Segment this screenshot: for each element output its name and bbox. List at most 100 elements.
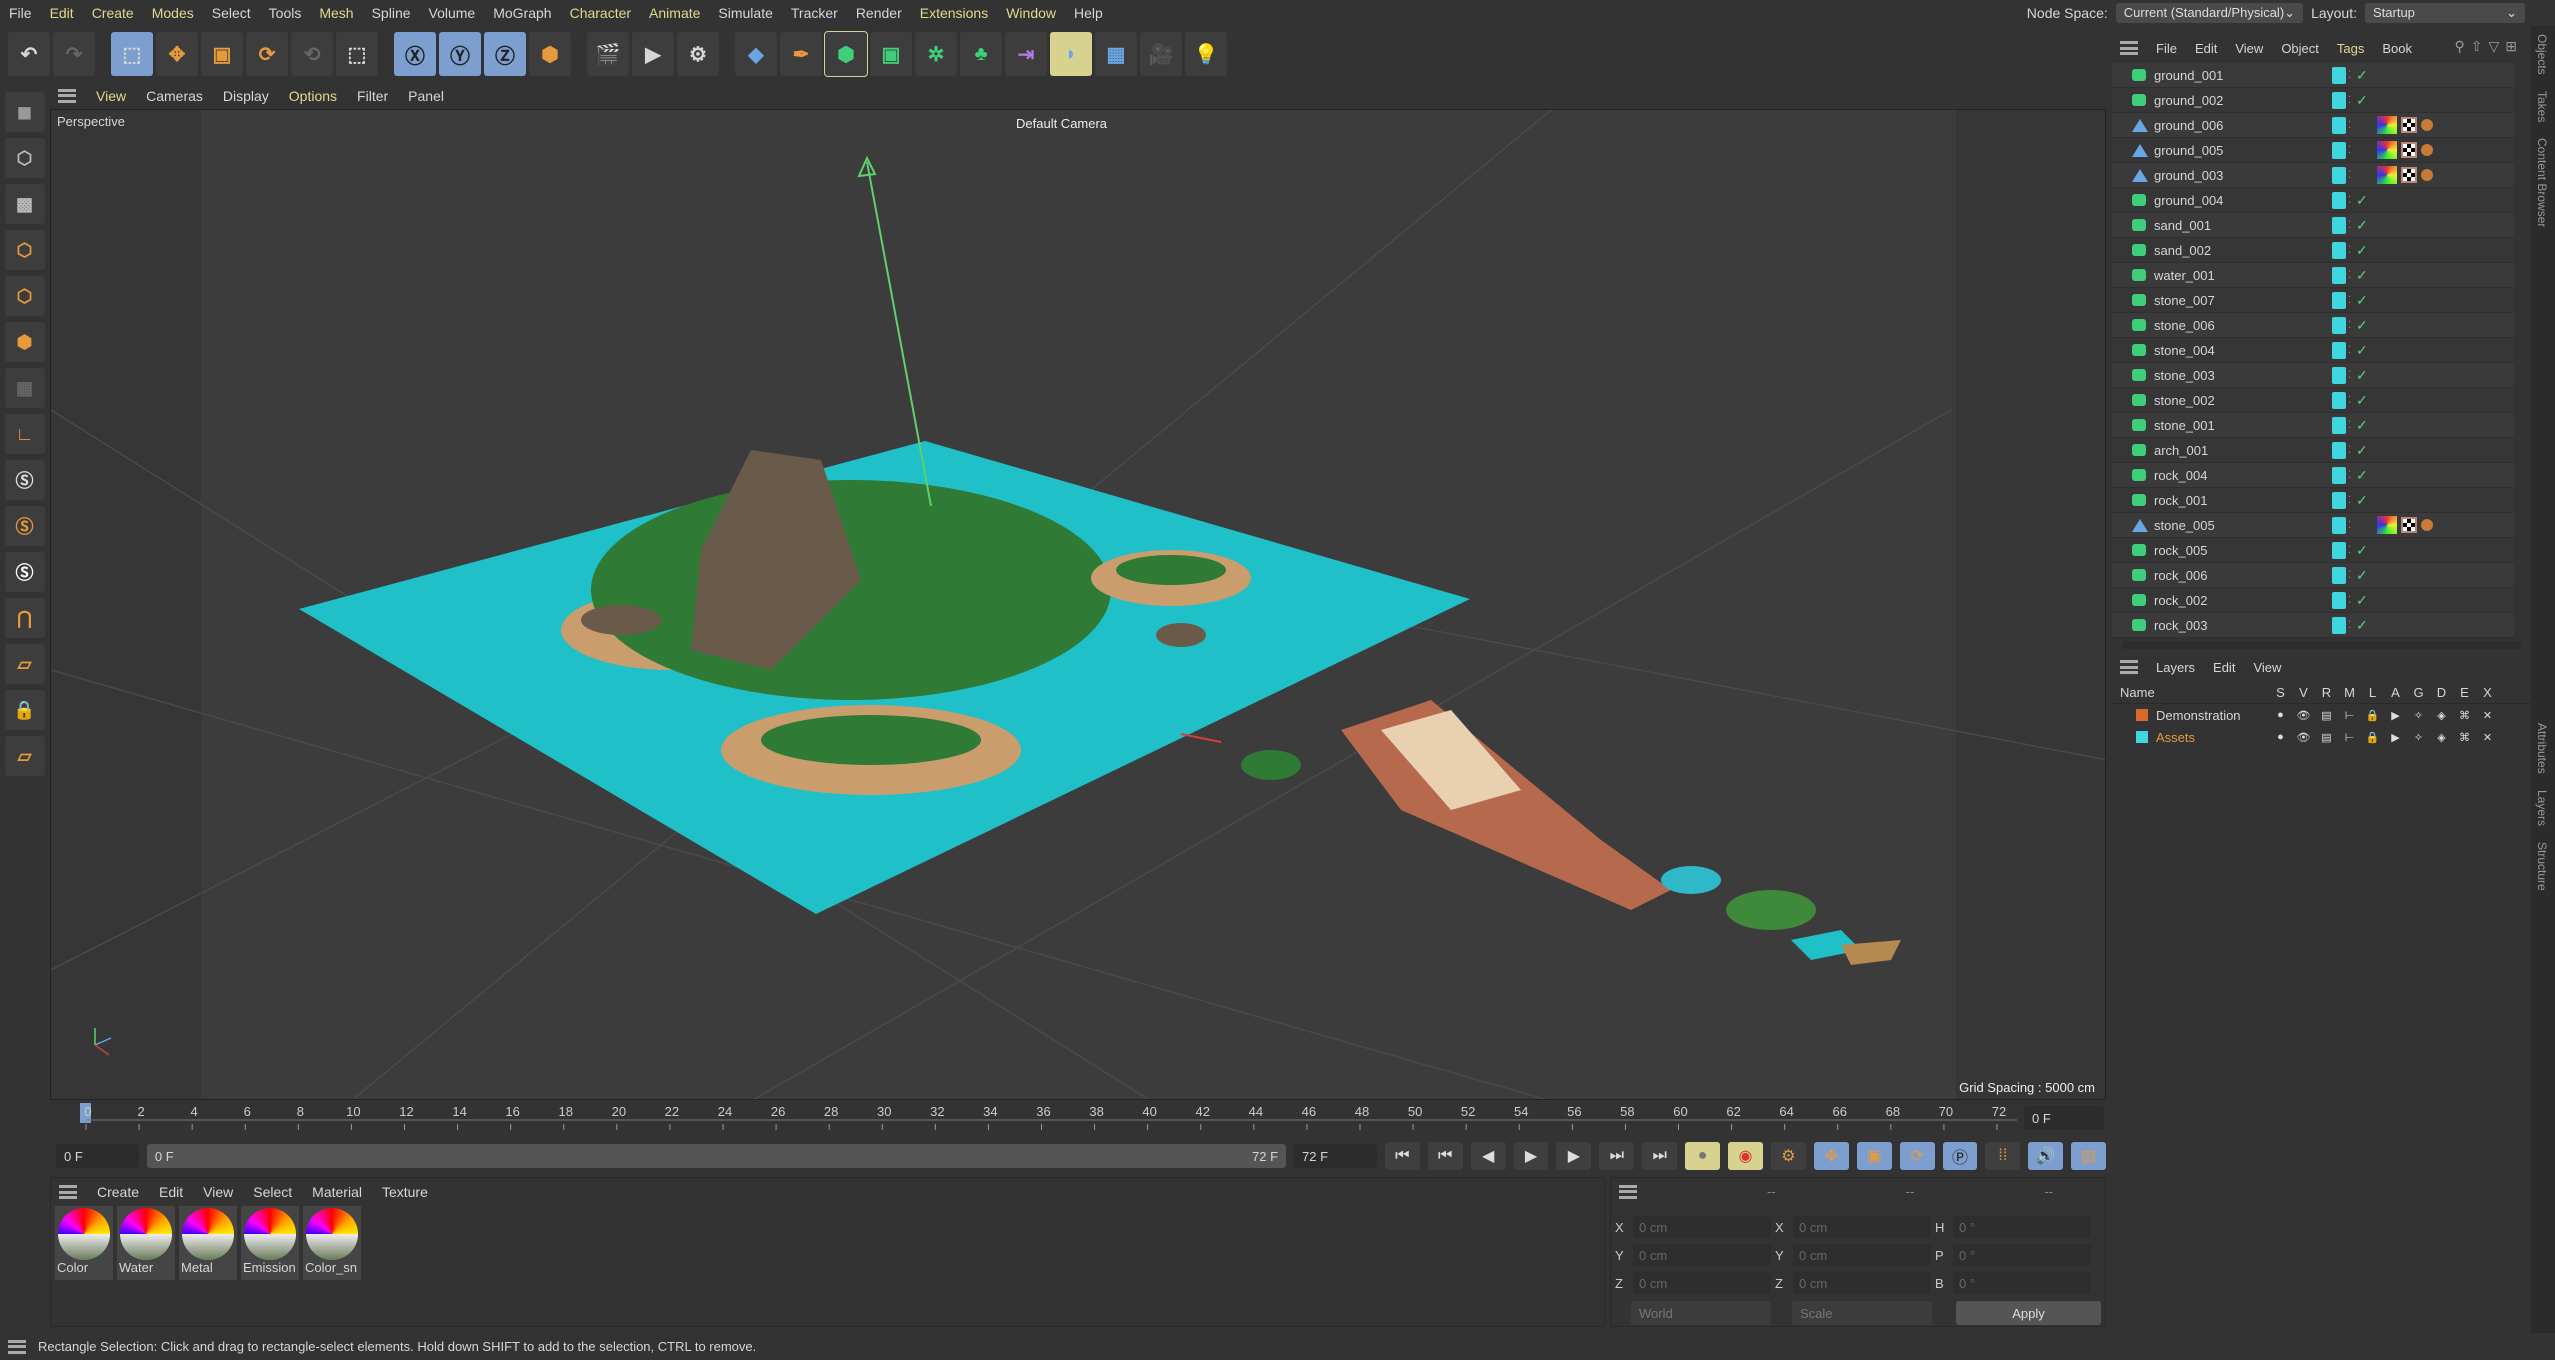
live-select-button[interactable]: ⬚ [336, 32, 378, 76]
enabled-check-icon[interactable]: ✓ [2356, 592, 2368, 609]
mograph-button[interactable]: ♣ [960, 32, 1002, 76]
material-swatch[interactable]: Water [117, 1206, 175, 1280]
visibility-dots-icon[interactable]: ⁚ [2348, 595, 2351, 606]
coordinate-input[interactable]: 0 ° [1953, 1216, 2091, 1238]
hamburger-icon[interactable] [59, 1185, 77, 1199]
layer-toggle-a-icon[interactable]: ▶ [2387, 731, 2404, 744]
planar-workplane-button[interactable]: ▱ [4, 736, 45, 776]
apply-button[interactable]: Apply [1956, 1301, 2101, 1325]
layer-color-swatch[interactable] [2332, 466, 2346, 484]
layer-color-swatch[interactable] [2332, 391, 2346, 409]
visibility-dots-icon[interactable]: ⁚ [2348, 70, 2351, 81]
side-tab-structure[interactable]: Structure [2531, 834, 2553, 899]
texture-tag-icon[interactable] [2401, 142, 2417, 158]
hamburger-icon[interactable] [58, 88, 76, 103]
deformer-button[interactable]: ⇥ [1005, 32, 1047, 76]
layer-toggle-d-icon[interactable]: ◈ [2433, 709, 2450, 722]
menu-window[interactable]: Window [997, 5, 1065, 21]
visibility-dots-icon[interactable]: ⁚ [2348, 545, 2351, 556]
object-row[interactable]: ground_005 ⁚ [2112, 138, 2514, 163]
material-menu-edit[interactable]: Edit [159, 1184, 183, 1200]
object-menu-tags[interactable]: Tags [2337, 41, 2364, 56]
coordinate-input[interactable]: 0 cm [1793, 1272, 1931, 1294]
make-editable-button[interactable]: ◼ [4, 92, 45, 132]
material-swatch[interactable]: Emission [241, 1206, 299, 1280]
material-tag-icon[interactable] [2377, 141, 2397, 159]
enabled-check-icon[interactable]: ✓ [2356, 267, 2368, 284]
phong-tag-icon[interactable] [2421, 119, 2433, 131]
object-row[interactable]: rock_003 ⁚ ✓ [2112, 613, 2514, 638]
timeline-frame-field[interactable]: 0 F [2024, 1106, 2104, 1130]
viewport-menu-cameras[interactable]: Cameras [146, 88, 203, 104]
layer-color-swatch[interactable] [2332, 116, 2346, 134]
film-button[interactable]: ▤ [2071, 1142, 2107, 1170]
material-tag-icon[interactable] [2377, 116, 2397, 134]
visibility-dots-icon[interactable]: ⁚ [2348, 170, 2351, 181]
size-mode-select[interactable]: Scale [1792, 1301, 1932, 1325]
hamburger-icon[interactable] [1619, 1184, 1637, 1199]
hamburger-icon[interactable] [2120, 41, 2138, 55]
visibility-dots-icon[interactable]: ⁚ [2348, 320, 2351, 331]
keyframe-selection-button[interactable]: ⚙ [1770, 1142, 1806, 1170]
visibility-dots-icon[interactable]: ⁚ [2348, 520, 2351, 531]
z-axis-lock-button[interactable]: Ⓩ [484, 32, 526, 76]
viewport-menu-view[interactable]: View [96, 88, 126, 104]
layer-color-swatch[interactable] [2332, 591, 2346, 609]
object-row[interactable]: rock_005 ⁚ ✓ [2112, 538, 2514, 563]
layer-color-swatch[interactable] [2332, 616, 2346, 634]
layer-color-swatch[interactable] [2332, 141, 2346, 159]
layer-menu-view[interactable]: View [2253, 660, 2281, 675]
enabled-check-icon[interactable]: ✓ [2356, 217, 2368, 234]
coordinate-mode-select[interactable]: World [1631, 1301, 1771, 1325]
layer-color-swatch[interactable] [2332, 166, 2346, 184]
object-row[interactable]: stone_005 ⁚ [2112, 513, 2514, 538]
layer-color-swatch[interactable] [2332, 416, 2346, 434]
y-axis-lock-button[interactable]: Ⓨ [439, 32, 481, 76]
current-frame-field[interactable]: 0 F [56, 1144, 139, 1168]
workplane-button[interactable]: ▱ [4, 644, 45, 684]
side-tab-takes[interactable]: Takes [2531, 83, 2553, 130]
layer-color-swatch[interactable] [2332, 291, 2346, 309]
render-picture-viewer-button[interactable]: ▶ [632, 32, 674, 76]
solo-off-button[interactable]: Ⓢ [4, 552, 45, 592]
side-tab-layers[interactable]: Layers [2531, 782, 2553, 834]
visibility-dots-icon[interactable]: ⁚ [2348, 295, 2351, 306]
visibility-dots-icon[interactable]: ⁚ [2348, 120, 2351, 131]
coordinate-input[interactable]: 0 cm [1633, 1272, 1771, 1294]
viewport[interactable]: Perspective Default Camera ✥⇩⟳▢ Grid Spa… [50, 109, 2106, 1100]
points-mode-button[interactable]: ⬡ [4, 230, 45, 270]
menu-edit[interactable]: Edit [41, 5, 83, 21]
object-row[interactable]: rock_006 ⁚ ✓ [2112, 563, 2514, 588]
object-menu-object[interactable]: Object [2281, 41, 2319, 56]
menu-tools[interactable]: Tools [260, 5, 311, 21]
timeline-ruler[interactable]: 0 2 4 6 8 10 12 14 16 18 20 22 24 26 28 30 32 34 36 38 40 42 4… [50, 1101, 2106, 1135]
object-row[interactable]: stone_004 ⁚ ✓ [2112, 338, 2514, 363]
cube-button[interactable]: ◆ [735, 32, 777, 76]
visibility-dots-icon[interactable]: ⁚ [2348, 270, 2351, 281]
cloner-button[interactable]: ✲ [915, 32, 957, 76]
enabled-check-icon[interactable]: ✓ [2356, 292, 2368, 309]
layer-color-swatch[interactable] [2332, 541, 2346, 559]
menu-mesh[interactable]: Mesh [310, 5, 362, 21]
enabled-check-icon[interactable]: ✓ [2356, 467, 2368, 484]
material-menu-create[interactable]: Create [97, 1184, 139, 1200]
layer-color-swatch[interactable] [2332, 91, 2346, 109]
menu-create[interactable]: Create [83, 5, 143, 21]
phong-tag-icon[interactable] [2421, 144, 2433, 156]
subdivision-button[interactable]: ⬢ [824, 31, 868, 77]
object-row[interactable]: sand_002 ⁚ ✓ [2112, 238, 2514, 263]
object-row[interactable]: ground_004 ⁚ ✓ [2112, 188, 2514, 213]
layer-toggle-m-icon[interactable]: ⊢ [2341, 709, 2358, 722]
move-tool-button[interactable]: ✥ [156, 32, 198, 76]
object-row[interactable]: ground_001 ⁚ ✓ [2112, 63, 2514, 88]
enabled-check-icon[interactable]: ✓ [2356, 242, 2368, 259]
next-key-button[interactable]: ⏭ [1599, 1142, 1635, 1170]
object-row[interactable]: arch_001 ⁚ ✓ [2112, 438, 2514, 463]
layer-toggle-l-icon[interactable]: 🔒 [2364, 731, 2381, 744]
layer-color-swatch[interactable] [2332, 441, 2346, 459]
material-menu-texture[interactable]: Texture [382, 1184, 428, 1200]
layer-toggle-r-icon[interactable]: ▤ [2318, 731, 2335, 744]
render-settings-button[interactable]: ⚙ [677, 32, 719, 76]
light-button[interactable]: 💡 [1185, 32, 1227, 76]
material-swatch[interactable]: Color_sn [303, 1206, 361, 1280]
